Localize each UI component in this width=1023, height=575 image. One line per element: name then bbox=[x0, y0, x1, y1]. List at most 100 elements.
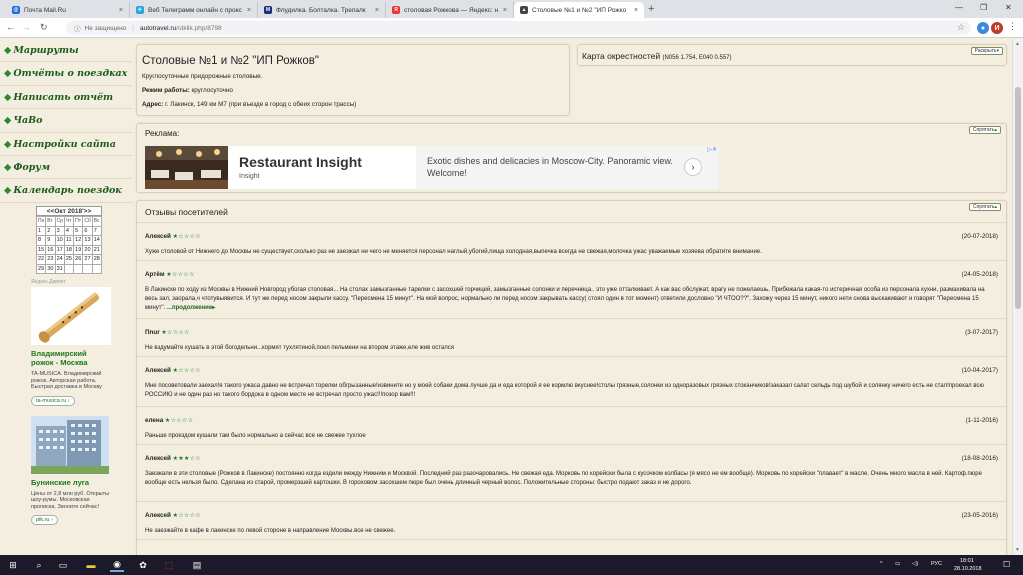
profile-avatar[interactable]: И bbox=[991, 22, 1003, 34]
bookmark-star-icon[interactable]: ☆ bbox=[957, 22, 965, 33]
forward-icon[interactable]: → bbox=[22, 22, 31, 32]
tab-telegram[interactable]: ✈ Веб Телеграмм онлайн с прокс × bbox=[130, 2, 258, 18]
close-tab-icon[interactable]: × bbox=[375, 7, 379, 14]
calendar-day[interactable]: 5 bbox=[74, 226, 84, 236]
flute-ad-image[interactable] bbox=[31, 287, 111, 345]
calendar-day[interactable]: 26 bbox=[74, 255, 84, 265]
calendar-day[interactable]: 7 bbox=[92, 226, 102, 236]
back-icon[interactable]: ← bbox=[6, 22, 15, 32]
calendar-day[interactable]: 15 bbox=[37, 245, 47, 255]
calendar-day[interactable]: 21 bbox=[92, 245, 102, 255]
calendar-day[interactable]: 6 bbox=[83, 226, 93, 236]
ad-title[interactable]: Бунинские луга bbox=[31, 478, 111, 487]
calendar-day[interactable]: 11 bbox=[64, 236, 75, 246]
expand-map-button[interactable]: Раскрыть▾ bbox=[970, 47, 1003, 55]
search-icon[interactable]: ⌕ bbox=[32, 558, 46, 572]
calendar-day[interactable]: 19 bbox=[74, 245, 84, 255]
calendar-day[interactable]: 20 bbox=[83, 245, 93, 255]
calendar-day[interactable]: 17 bbox=[55, 245, 65, 255]
scrollbar-thumb[interactable] bbox=[1015, 87, 1021, 309]
ad-link[interactable]: pik.ru › bbox=[31, 515, 58, 525]
calendar-day[interactable]: 3 bbox=[55, 226, 65, 236]
restaurant-ad-banner[interactable]: Restaurant Insight Insight Exotic dishes… bbox=[145, 146, 719, 189]
calendar-day[interactable]: 10 bbox=[55, 236, 65, 246]
ad-title[interactable]: Владимирский рожок - Москва bbox=[31, 349, 111, 367]
taskbar-clock[interactable]: 18:01 bbox=[960, 558, 974, 564]
ad-banner-title[interactable]: Restaurant Insight bbox=[239, 154, 362, 170]
network-icon[interactable]: ▭ bbox=[895, 561, 900, 567]
tab-forum[interactable]: M Флудилка. Болталка. Трепалк × bbox=[258, 2, 386, 18]
review-author[interactable]: Алексей bbox=[145, 367, 171, 374]
ad-link[interactable]: ta-musica.ru › bbox=[31, 395, 75, 406]
acrobat-icon[interactable]: ⬚ bbox=[162, 558, 176, 572]
tab-yandex[interactable]: Я столовая Рожкова — Яндекс: н × bbox=[386, 2, 514, 18]
tab-mail[interactable]: @ Почта Mail.Ru × bbox=[6, 2, 130, 18]
extension-icon[interactable]: ● bbox=[977, 22, 989, 34]
paint-icon[interactable]: ▤ bbox=[190, 558, 204, 572]
menu-item-calendar[interactable]: ◆ Календарь поездок bbox=[0, 179, 133, 203]
task-view-icon[interactable]: ▭ bbox=[56, 558, 70, 572]
language-indicator[interactable]: РУС bbox=[931, 561, 942, 567]
menu-item-routes[interactable]: ◆ Маршруты bbox=[0, 39, 133, 63]
calendar-day[interactable]: 2 bbox=[46, 226, 56, 236]
chrome-icon[interactable]: ◉ bbox=[110, 558, 124, 572]
tab-current[interactable]: ▲ Столовые №1 и №2 "ИП Рожко × bbox=[514, 2, 644, 18]
file-explorer-icon[interactable]: ▬ bbox=[84, 558, 98, 572]
calendar-header[interactable]: <<Окт 2018'>> bbox=[36, 206, 102, 216]
review-author[interactable]: Алексей bbox=[145, 233, 171, 240]
app-icon[interactable]: ✿ bbox=[136, 558, 150, 572]
page-scrollbar[interactable]: ▲ ▼ bbox=[1012, 39, 1023, 555]
close-tab-icon[interactable]: × bbox=[503, 7, 507, 14]
address-bar[interactable]: ⓘ Не защищено | autotravel.ru /otklik.ph… bbox=[66, 21, 971, 35]
calendar-day[interactable]: 27 bbox=[83, 255, 93, 265]
calendar-day[interactable]: 1 bbox=[37, 226, 47, 236]
menu-item-reports[interactable]: ◆ Отчёты о поездках bbox=[0, 62, 133, 86]
read-more-link[interactable]: ...продолжение▸ bbox=[167, 305, 215, 311]
minimize-icon[interactable]: — bbox=[955, 3, 963, 12]
calendar-day[interactable]: 14 bbox=[92, 236, 102, 246]
close-tab-icon[interactable]: × bbox=[247, 7, 251, 14]
review-author[interactable]: елена bbox=[145, 417, 163, 424]
windows-start-icon[interactable]: ⊞ bbox=[6, 558, 20, 572]
calendar-day[interactable]: 30 bbox=[46, 264, 56, 274]
scroll-down-icon[interactable]: ▼ bbox=[1015, 547, 1020, 553]
calendar-day[interactable]: 23 bbox=[46, 255, 56, 265]
adchoices-icon[interactable]: ▷✕ bbox=[707, 146, 717, 153]
notifications-icon[interactable]: ☐ bbox=[1003, 560, 1010, 569]
menu-item-write-report[interactable]: ◆ Написать отчёт bbox=[0, 86, 133, 110]
calendar-day[interactable]: 24 bbox=[55, 255, 65, 265]
new-tab-button[interactable]: + bbox=[648, 3, 654, 15]
review-author[interactable]: Алексей bbox=[145, 455, 171, 462]
menu-item-forum[interactable]: ◆ Форум bbox=[0, 156, 133, 180]
info-icon[interactable]: ⓘ bbox=[74, 23, 81, 33]
calendar-day[interactable]: 8 bbox=[37, 236, 47, 246]
taskbar-date[interactable]: 28.10.2018 bbox=[954, 566, 982, 572]
close-window-icon[interactable]: ✕ bbox=[1005, 3, 1012, 12]
calendar-day[interactable]: 28 bbox=[92, 255, 102, 265]
scroll-up-icon[interactable]: ▲ bbox=[1015, 41, 1020, 47]
maximize-icon[interactable]: ❐ bbox=[980, 3, 987, 12]
review-author[interactable]: Алексей bbox=[145, 512, 171, 519]
building-ad-image[interactable] bbox=[31, 415, 109, 474]
hide-reviews-button[interactable]: Спрятать▴ bbox=[968, 203, 1001, 211]
volume-icon[interactable]: ◁) bbox=[912, 561, 918, 567]
calendar-day[interactable]: 12 bbox=[74, 236, 84, 246]
reload-icon[interactable]: ↻ bbox=[40, 22, 48, 33]
review-author[interactable]: Артём bbox=[145, 271, 165, 278]
hide-ads-button[interactable]: Спрятать▴ bbox=[968, 126, 1001, 134]
calendar-day[interactable]: 4 bbox=[64, 226, 75, 236]
calendar-day[interactable]: 18 bbox=[64, 245, 75, 255]
menu-kebab-icon[interactable]: ⋮ bbox=[1008, 21, 1017, 32]
calendar-day[interactable]: 25 bbox=[64, 255, 75, 265]
tray-chevron-icon[interactable]: ^ bbox=[880, 561, 883, 567]
review-author[interactable]: Пnur bbox=[145, 329, 160, 336]
menu-item-settings[interactable]: ◆ Настройки сайта bbox=[0, 133, 133, 156]
menu-item-faq[interactable]: ◆ ЧаВо bbox=[0, 109, 133, 133]
close-tab-icon[interactable]: × bbox=[634, 7, 638, 14]
calendar-day[interactable]: 31 bbox=[55, 264, 65, 274]
close-tab-icon[interactable]: × bbox=[119, 7, 123, 14]
calendar-day[interactable]: 29 bbox=[37, 264, 47, 274]
calendar-day[interactable]: 22 bbox=[37, 255, 47, 265]
calendar-day[interactable]: 13 bbox=[83, 236, 93, 246]
calendar-day[interactable]: 16 bbox=[46, 245, 56, 255]
